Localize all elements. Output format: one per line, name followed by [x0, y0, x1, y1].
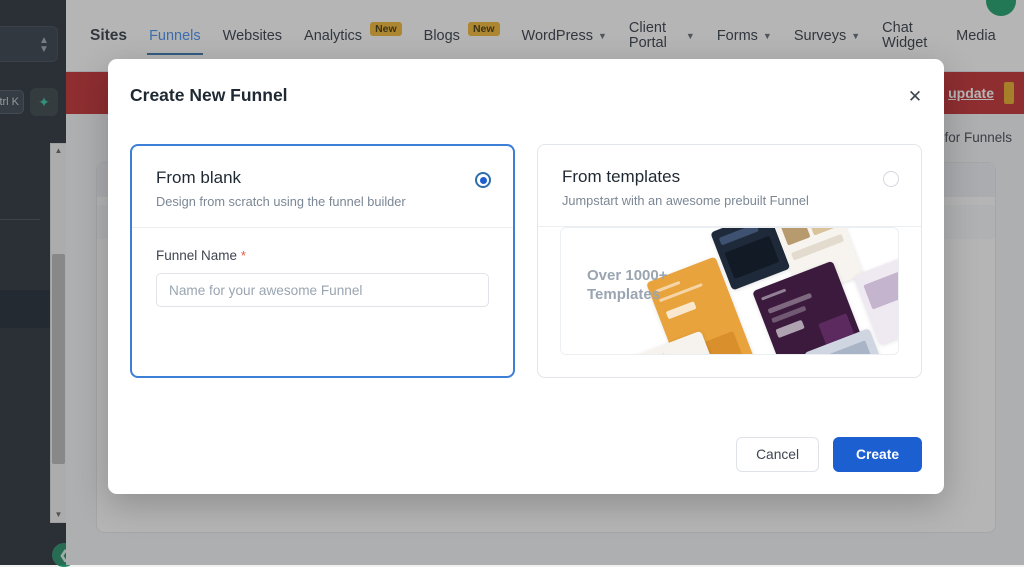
required-asterisk: *: [241, 248, 246, 263]
funnel-name-label-text: Funnel Name: [156, 248, 237, 263]
funnel-name-input[interactable]: [156, 273, 489, 307]
templates-collage-illustration: [640, 227, 899, 355]
funnel-name-label: Funnel Name *: [156, 248, 489, 263]
modal-footer: Cancel Create: [736, 437, 922, 472]
create-funnel-modal: Create New Funnel ✕ From blank Design fr…: [108, 59, 944, 494]
option-card-from-templates[interactable]: From templates Jumpstart with an awesome…: [537, 144, 922, 378]
from-templates-title: From templates: [562, 167, 897, 187]
radio-from-templates[interactable]: [883, 171, 899, 187]
from-blank-subtitle: Design from scratch using the funnel bui…: [156, 194, 489, 209]
modal-title: Create New Funnel: [130, 85, 288, 106]
templates-preview-line1: Over 1000+: [587, 266, 668, 285]
create-button[interactable]: Create: [833, 437, 922, 472]
option-card-from-blank[interactable]: From blank Design from scratch using the…: [130, 144, 515, 378]
cancel-button[interactable]: Cancel: [736, 437, 819, 472]
from-templates-subtitle: Jumpstart with an awesome prebuilt Funne…: [562, 193, 897, 208]
from-blank-title: From blank: [156, 168, 489, 188]
templates-preview-line2: Templates: [587, 285, 668, 304]
radio-from-blank[interactable]: [475, 172, 491, 188]
templates-preview-text: Over 1000+ Templates: [587, 266, 668, 304]
templates-preview: Over 1000+ Templates: [560, 227, 899, 355]
close-icon[interactable]: ✕: [904, 86, 926, 108]
